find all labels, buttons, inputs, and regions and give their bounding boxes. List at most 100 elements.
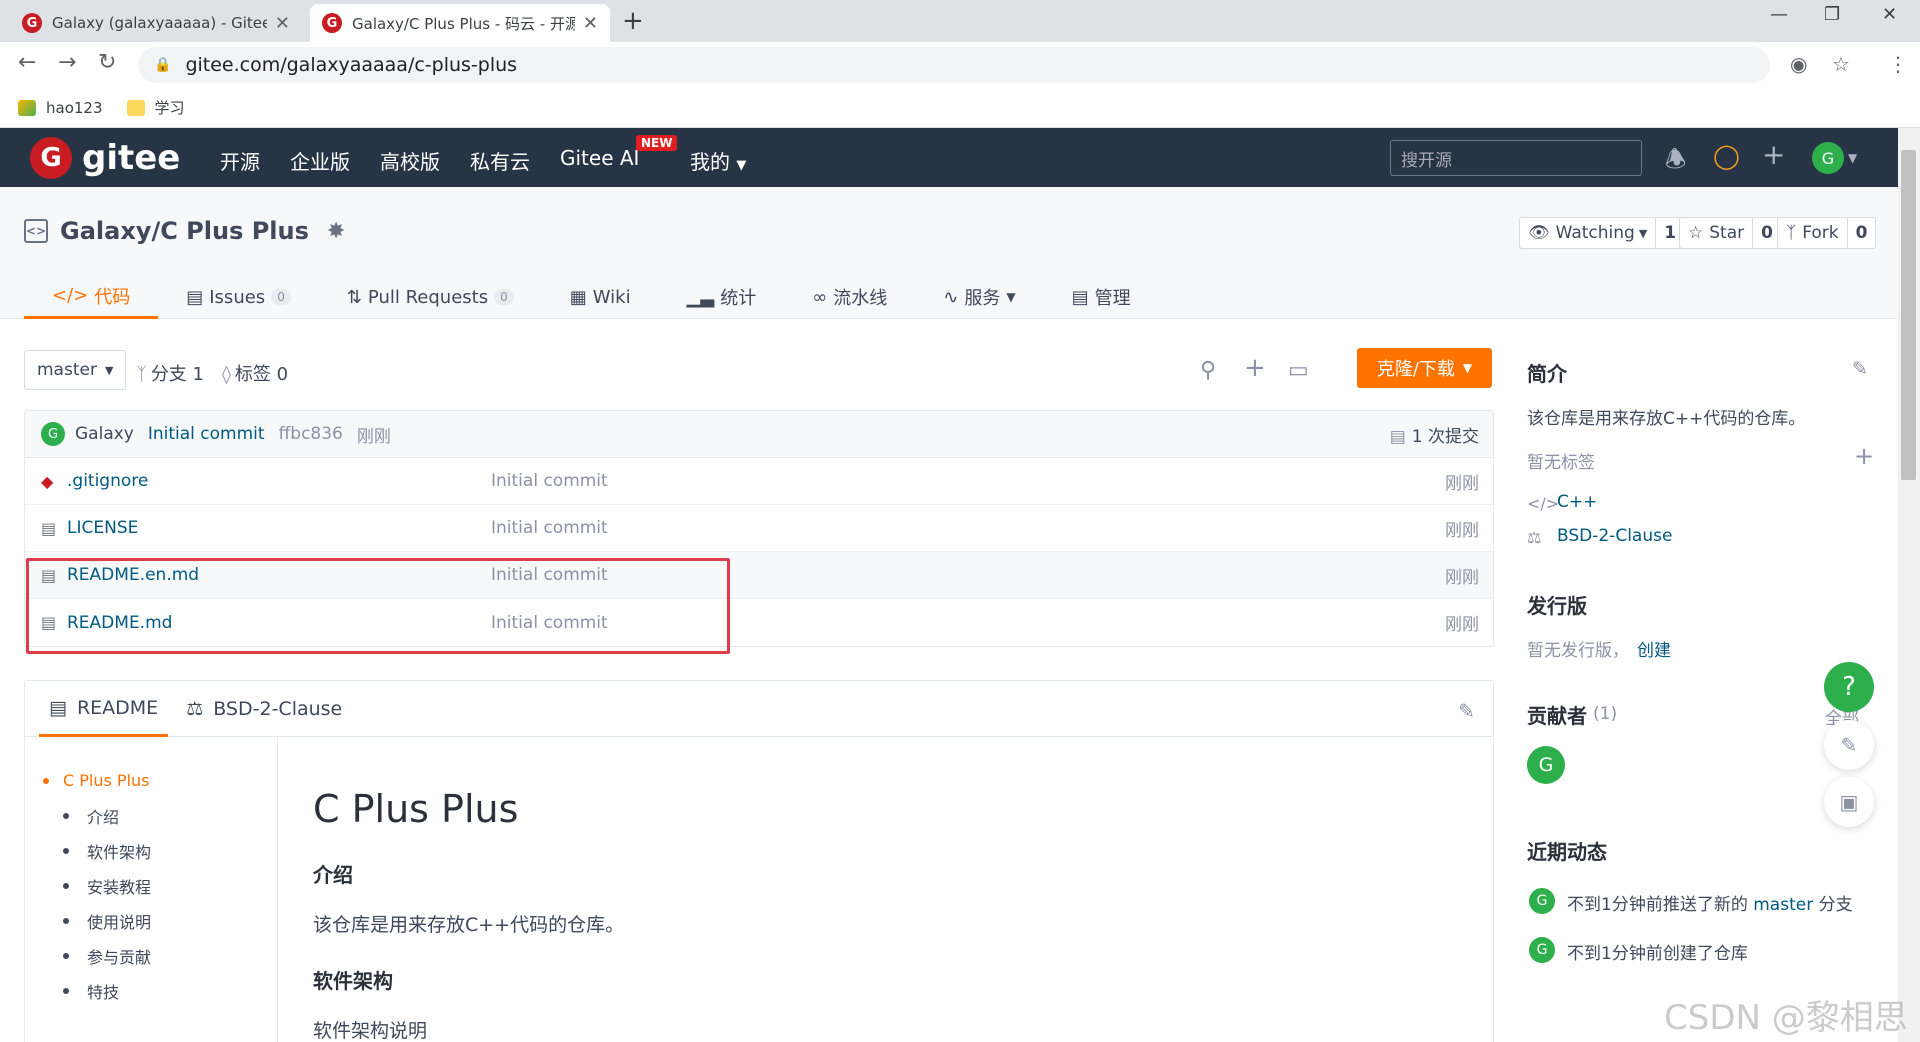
url-input[interactable]: 🔒 gitee.com/galaxyaaaaa/c-plus-plus [138, 47, 1770, 83]
avatar[interactable]: G [1529, 937, 1555, 963]
tab-issues[interactable]: ▤ Issues 0 [158, 275, 319, 319]
tab-wiki[interactable]: ▦ Wiki [542, 275, 659, 319]
lightbulb-icon[interactable]: ◯ [1713, 142, 1740, 170]
nav-enterprise[interactable]: 企业版 [290, 146, 350, 175]
clone-download-button[interactable]: 克隆/下载 ▼ [1357, 348, 1492, 388]
minimize-icon[interactable]: — [1770, 4, 1788, 25]
tab-code[interactable]: </> 代码 [24, 275, 159, 319]
search-input[interactable]: 搜开源 [1390, 140, 1642, 176]
language-link[interactable]: C++ [1557, 492, 1597, 512]
gitee-logo-icon: G [30, 137, 72, 179]
browser-tab-repo[interactable]: G Galaxy/C Plus Plus - 码云 - 开源 ✕ [310, 4, 610, 42]
toc-label: 软件架构 [87, 842, 152, 862]
fork-count[interactable]: 0 [1846, 218, 1876, 248]
nav-gitee-ai[interactable]: Gitee AI [560, 146, 639, 170]
commit-hash[interactable]: ffbc836 [279, 424, 343, 444]
search-icon[interactable]: ⚲ [1200, 358, 1216, 383]
avatar[interactable]: G [41, 422, 65, 446]
watching-button[interactable]: 👁 Watching ▼ 1 [1519, 217, 1686, 249]
activity-branch-link[interactable]: master [1753, 895, 1813, 915]
help-button[interactable]: ? [1824, 662, 1874, 712]
clone-label: 克隆/下载 [1376, 359, 1455, 380]
star-button[interactable]: ☆ Star 0 [1679, 217, 1782, 249]
add-tag-plus-icon[interactable]: + [1854, 442, 1874, 470]
toc-item[interactable]: 使用说明 [43, 903, 277, 938]
tab-readme[interactable]: ▤ README [39, 681, 169, 737]
tab-manage[interactable]: ▤ 管理 [1044, 275, 1159, 319]
reload-icon[interactable]: ↻ [98, 50, 116, 75]
branches-link[interactable]: ᛉ 分支 1 [136, 360, 204, 386]
file-name[interactable]: LICENSE [67, 518, 138, 538]
scale-icon: ⚖ [186, 698, 204, 720]
plus-icon[interactable]: + [1762, 138, 1785, 171]
file-doc-icon: ▤ [41, 613, 57, 632]
edit-icon[interactable]: ✎ [1458, 699, 1475, 723]
browser-tab-profile[interactable]: G Galaxy (galaxyaaaaa) - Gitee.c ✕ [10, 4, 302, 42]
tab-label: Wiki [592, 286, 631, 308]
file-commit-message[interactable]: Initial commit [491, 565, 608, 585]
tab-license[interactable]: ⚖ BSD-2-Clause [176, 681, 352, 737]
branch-name: master [37, 360, 97, 380]
activity-text: 分支 [1813, 895, 1853, 915]
toc-item[interactable]: 特技 [43, 973, 277, 1008]
nav-mine[interactable]: 我的 ▼ [690, 146, 746, 175]
avatar[interactable]: G [1529, 888, 1555, 914]
bell-icon[interactable]: 🕭 [1665, 142, 1686, 183]
toc-item[interactable]: 软件架构 [43, 833, 277, 868]
close-icon[interactable]: ✕ [275, 13, 290, 34]
repo-tabs: </> 代码 ▤ Issues 0 ⇅ Pull Requests 0 ▦ Wiki ▁▃ 统… [24, 275, 1159, 319]
file-name[interactable]: README.en.md [67, 565, 199, 585]
scrollbar-thumb[interactable] [1901, 150, 1916, 480]
tab-stats[interactable]: ▁▃ 统计 [659, 275, 785, 319]
star-bookmark-icon[interactable]: ☆ [1832, 52, 1850, 76]
edit-icon[interactable]: ✎ [1852, 358, 1868, 380]
tab-services[interactable]: ∿ 服务 ▼ [915, 275, 1043, 319]
toc-item[interactable]: C Plus Plus [43, 763, 277, 798]
tab-label: 流水线 [833, 288, 888, 309]
new-tab-button[interactable]: + [622, 6, 644, 36]
toc-item[interactable]: 介绍 [43, 798, 277, 833]
gitee-logo[interactable]: G gitee [30, 137, 180, 179]
tags-link[interactable]: ◊ 标签 0 [222, 360, 288, 386]
nav-open-source[interactable]: 开源 [220, 146, 260, 175]
commit-count-link[interactable]: ▤ 1 次提交 [1390, 422, 1479, 447]
branch-select[interactable]: master ▼ [24, 350, 127, 390]
fork-button[interactable]: ᛉ Fork 0 [1777, 217, 1877, 249]
eye-slash-icon[interactable]: ◉ [1790, 52, 1807, 76]
repo-name-link[interactable]: Galaxy/C Plus Plus [60, 217, 309, 245]
user-menu[interactable]: G ▼ [1812, 142, 1857, 174]
add-file-icon[interactable]: + [1244, 353, 1266, 383]
create-release-link[interactable]: 创建 [1637, 636, 1671, 661]
intro-text: 该仓库是用来存放C++代码的仓库。 [1527, 409, 1806, 429]
close-icon[interactable]: ✕ [583, 13, 598, 34]
back-arrow-icon[interactable]: ← [18, 50, 36, 75]
toc-item[interactable]: 安装教程 [43, 868, 277, 903]
tab-pull-requests[interactable]: ⇅ Pull Requests 0 [319, 275, 542, 319]
nav-private-cloud[interactable]: 私有云 [470, 146, 530, 175]
file-name[interactable]: .gitignore [67, 471, 148, 491]
tab-label: 服务 [964, 288, 1001, 309]
file-commit-message[interactable]: Initial commit [491, 613, 608, 633]
feedback-edit-button[interactable]: ✎ [1824, 720, 1874, 770]
commit-message[interactable]: Initial commit [148, 424, 265, 444]
bookmark-hao123[interactable]: hao123 [18, 99, 103, 117]
bookmark-folder-study[interactable]: 学习 [126, 97, 185, 118]
page-scrollbar[interactable] [1898, 128, 1920, 1042]
file-commit-message[interactable]: Initial commit [491, 518, 608, 538]
chat-button[interactable]: ▣ [1824, 777, 1874, 827]
license-link[interactable]: BSD-2-Clause [1557, 526, 1672, 546]
forward-arrow-icon[interactable]: → [58, 50, 76, 75]
file-commit-message[interactable]: Initial commit [491, 471, 608, 491]
web-ide-icon[interactable]: ▭ [1288, 358, 1309, 383]
address-bar: ← → ↻ 🔒 gitee.com/galaxyaaaaa/c-plus-plu… [0, 42, 1920, 88]
file-name[interactable]: README.md [67, 613, 172, 633]
window-close-icon[interactable]: ✕ [1882, 4, 1897, 25]
toc-item[interactable]: 参与贡献 [43, 938, 277, 973]
contributor-avatar[interactable]: G [1527, 746, 1565, 784]
browser-menu-icon[interactable]: ⋮ [1888, 52, 1908, 76]
commit-author[interactable]: Galaxy [75, 424, 134, 444]
maximize-icon[interactable]: ❐ [1824, 4, 1840, 25]
recommend-badge-icon[interactable]: ✸ [327, 219, 345, 244]
tab-pipeline[interactable]: ∞ 流水线 [784, 275, 915, 319]
nav-education[interactable]: 高校版 [380, 146, 440, 175]
